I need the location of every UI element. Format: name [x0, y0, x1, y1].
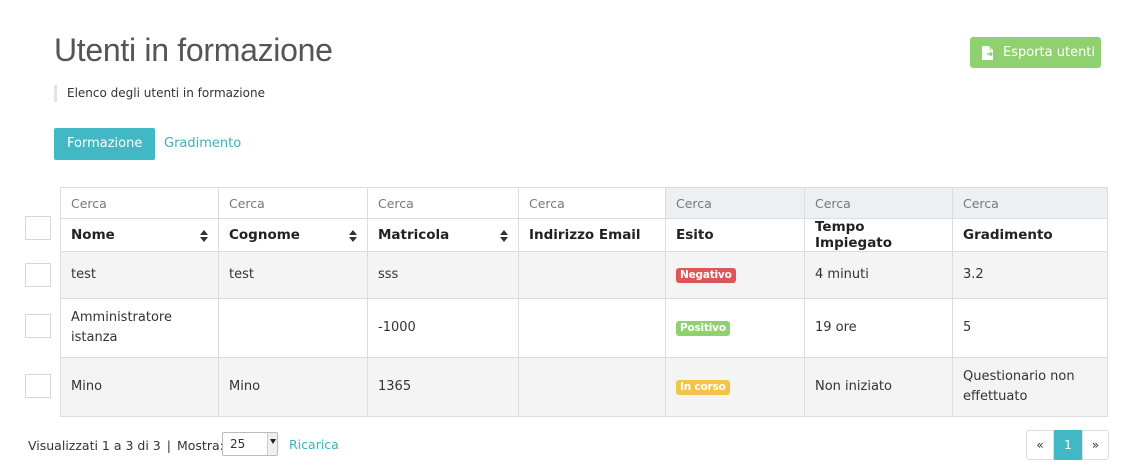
row-checkbox[interactable]	[25, 263, 51, 287]
cell-matricola: 1365	[367, 357, 519, 417]
records-info: Visualizzati 1 a 3 di 3	[28, 437, 161, 453]
column-header-nome[interactable]: Nome	[60, 218, 219, 252]
cell-esito: Negativo	[665, 251, 805, 299]
sort-icon	[500, 230, 508, 242]
search-tempo-input[interactable]: Cerca	[804, 187, 953, 219]
column-header-email: Indirizzo Email	[518, 218, 666, 252]
header-row: Nome Cognome Matricola Indirizzo Email E…	[60, 218, 1108, 252]
cell-gradimento: Questionario non effettuato	[952, 357, 1108, 417]
column-header-matricola[interactable]: Matricola	[367, 218, 519, 252]
search-matricola-input[interactable]: Cerca	[367, 187, 519, 219]
page-title: Utenti in formazione	[54, 32, 333, 68]
column-header-esito: Esito	[665, 218, 805, 252]
pagination: « 1 »	[1026, 430, 1109, 460]
page-subtitle: Elenco degli utenti in formazione	[54, 85, 265, 102]
cell-email	[518, 251, 666, 299]
pager-page-1-button[interactable]: 1	[1054, 430, 1082, 460]
table-row: test test sss Negativo 4 minuti 3.2	[60, 251, 1108, 299]
table-row: Amministratore istanza -1000 Positivo 19…	[60, 298, 1108, 358]
status-badge: Negativo	[676, 268, 736, 283]
cell-tempo: Non iniziato	[804, 357, 953, 417]
cell-nome: test	[60, 251, 219, 299]
export-users-label: Esporta utenti	[1003, 45, 1096, 60]
row-checkbox[interactable]	[25, 314, 51, 338]
page-size-value: 25	[230, 437, 246, 451]
search-cognome-input[interactable]: Cerca	[218, 187, 368, 219]
column-header-cognome[interactable]: Cognome	[218, 218, 368, 252]
cell-tempo: 4 minuti	[804, 251, 953, 299]
cell-cognome: Mino	[218, 357, 368, 417]
users-table: Cerca Cerca Cerca Cerca Cerca Cerca Cerc…	[60, 187, 1108, 417]
search-gradimento-input[interactable]: Cerca	[952, 187, 1108, 219]
cell-nome: Amministratore istanza	[60, 298, 219, 358]
cell-gradimento: 5	[952, 298, 1108, 358]
pager-next-button[interactable]: »	[1082, 430, 1109, 460]
column-header-gradimento: Gradimento	[952, 218, 1108, 252]
cell-email	[518, 357, 666, 417]
tab-gradimento[interactable]: Gradimento	[151, 128, 254, 160]
select-all-checkbox[interactable]	[25, 216, 51, 240]
info-separator: |	[166, 437, 171, 453]
cell-tempo: 19 ore	[804, 298, 953, 358]
page-size-select[interactable]: 25	[222, 432, 278, 456]
cell-email	[518, 298, 666, 358]
file-export-icon	[982, 45, 993, 60]
table-row: Mino Mino 1365 In corso Non iniziato Que…	[60, 357, 1108, 417]
cell-matricola: sss	[367, 251, 519, 299]
search-row: Cerca Cerca Cerca Cerca Cerca Cerca Cerc…	[60, 187, 1108, 219]
status-badge: In corso	[676, 380, 730, 395]
cell-cognome	[218, 298, 368, 358]
pager-prev-button[interactable]: «	[1026, 430, 1054, 460]
reload-link[interactable]: Ricarica	[289, 437, 339, 452]
export-users-button[interactable]: Esporta utenti	[970, 37, 1101, 68]
row-checkbox[interactable]	[25, 374, 51, 398]
status-badge: Positivo	[676, 321, 730, 336]
page-size-label: Mostra:	[176, 437, 224, 453]
dropdown-caret-icon	[267, 433, 277, 455]
cell-nome: Mino	[60, 357, 219, 417]
cell-esito: Positivo	[665, 298, 805, 358]
sort-icon	[200, 230, 208, 242]
column-header-tempo: Tempo Impiegato	[804, 218, 953, 252]
tab-formazione[interactable]: Formazione	[54, 128, 156, 160]
search-esito-input[interactable]: Cerca	[665, 187, 805, 219]
cell-gradimento: 3.2	[952, 251, 1108, 299]
search-nome-input[interactable]: Cerca	[60, 187, 219, 219]
sort-icon	[349, 230, 357, 242]
cell-matricola: -1000	[367, 298, 519, 358]
search-email-input[interactable]: Cerca	[518, 187, 666, 219]
cell-cognome: test	[218, 251, 368, 299]
pagination-info: Visualizzati 1 a 3 di 3 | Mostra:	[28, 437, 224, 453]
cell-esito: In corso	[665, 357, 805, 417]
